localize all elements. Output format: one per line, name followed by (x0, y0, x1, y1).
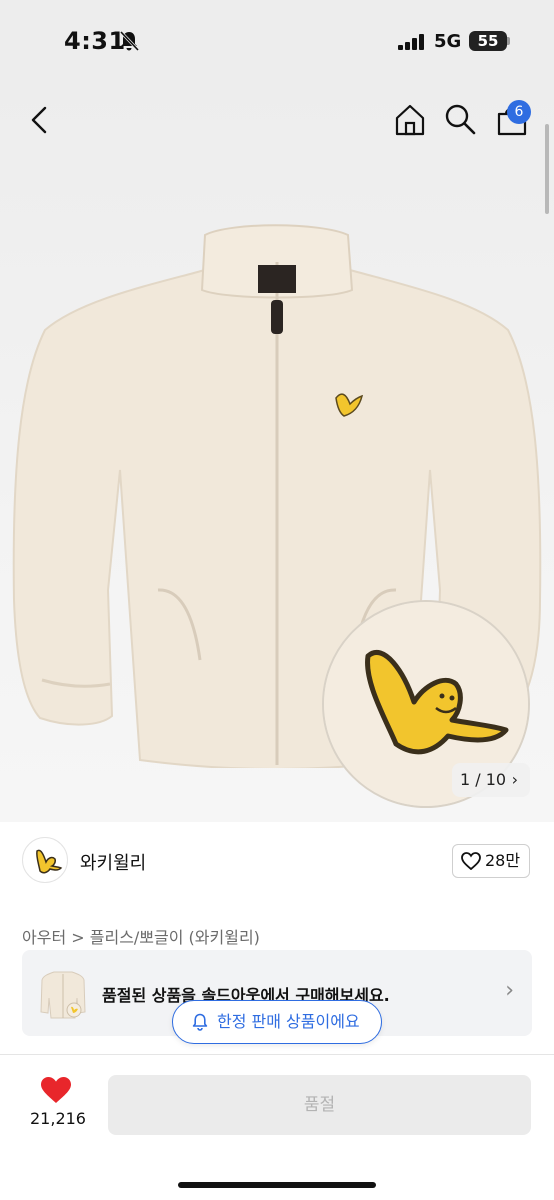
limited-sale-text: 한정 판매 상품이에요 (217, 1012, 360, 1031)
breadcrumb-separator: > (66, 928, 90, 947)
wish-count: 21,216 (30, 1109, 86, 1128)
chevron-right-icon: › (511, 770, 518, 789)
cart-count-badge: 6 (507, 100, 531, 124)
brand-like-button[interactable]: 28만 (452, 844, 530, 878)
product-image-gallery[interactable]: 1 / 10 › (0, 84, 554, 822)
brand-logo[interactable] (22, 837, 68, 883)
page-indicator-text: 1 / 10 (460, 770, 507, 789)
bell-off-icon (119, 30, 140, 52)
network-type: 5G (434, 31, 462, 52)
heart-outline-icon (461, 852, 481, 870)
status-time: 4:31 (64, 27, 126, 55)
limited-sale-notice: 한정 판매 상품이에요 (172, 1000, 382, 1044)
brand-name[interactable]: 와키윌리 (80, 849, 146, 875)
search-icon[interactable] (443, 102, 477, 136)
home-icon[interactable] (392, 102, 428, 138)
battery-tip (507, 37, 510, 45)
breadcrumb-subcategory[interactable]: 플리스/뽀글이 (와키윌리) (90, 924, 260, 948)
scroll-indicator (545, 124, 549, 214)
bird-logo-icon (36, 849, 63, 874)
brand-row: 와키윌리 28만 (0, 822, 554, 912)
image-page-indicator[interactable]: 1 / 10 › (452, 763, 530, 797)
battery-level: 55 (469, 31, 507, 51)
brand-like-count: 28만 (485, 851, 521, 870)
status-bar: 4:31 5G 55 (0, 0, 554, 84)
back-arrow-icon[interactable] (24, 104, 56, 136)
cellular-signal-icon (398, 34, 424, 50)
bottom-action-bar: 21,216 품절 (0, 1054, 554, 1200)
home-indicator (178, 1182, 376, 1188)
heart-filled-icon[interactable] (40, 1076, 72, 1104)
bell-icon (192, 1013, 208, 1031)
breadcrumb-category[interactable]: 아우터 (22, 924, 66, 948)
soldout-thumbnail (40, 971, 86, 1019)
breadcrumb: 아우터 > 플리스/뽀글이 (와키윌리) (22, 924, 260, 948)
chevron-right-icon: › (505, 978, 514, 1003)
soldout-buy-button[interactable]: 품절 (108, 1075, 531, 1135)
